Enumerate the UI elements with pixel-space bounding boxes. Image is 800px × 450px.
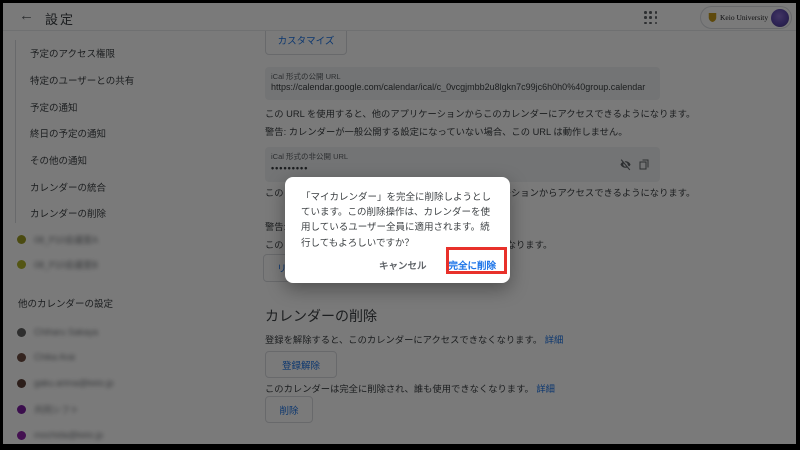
- screenshot-frame: カスタマイズ iCal 形式の公開 URL https://calendar.g…: [0, 0, 800, 450]
- confirm-delete-button[interactable]: 完全に削除: [448, 258, 496, 272]
- delete-confirmation-dialog: 「マイカレンダー」を完全に削除しようとしています。この削除操作は、カレンダーを使…: [285, 177, 510, 283]
- cancel-button[interactable]: キャンセル: [379, 258, 427, 272]
- dialog-message: 「マイカレンダー」を完全に削除しようとしています。この削除操作は、カレンダーを使…: [301, 190, 494, 251]
- calendar-settings-window: カスタマイズ iCal 形式の公開 URL https://calendar.g…: [3, 3, 796, 444]
